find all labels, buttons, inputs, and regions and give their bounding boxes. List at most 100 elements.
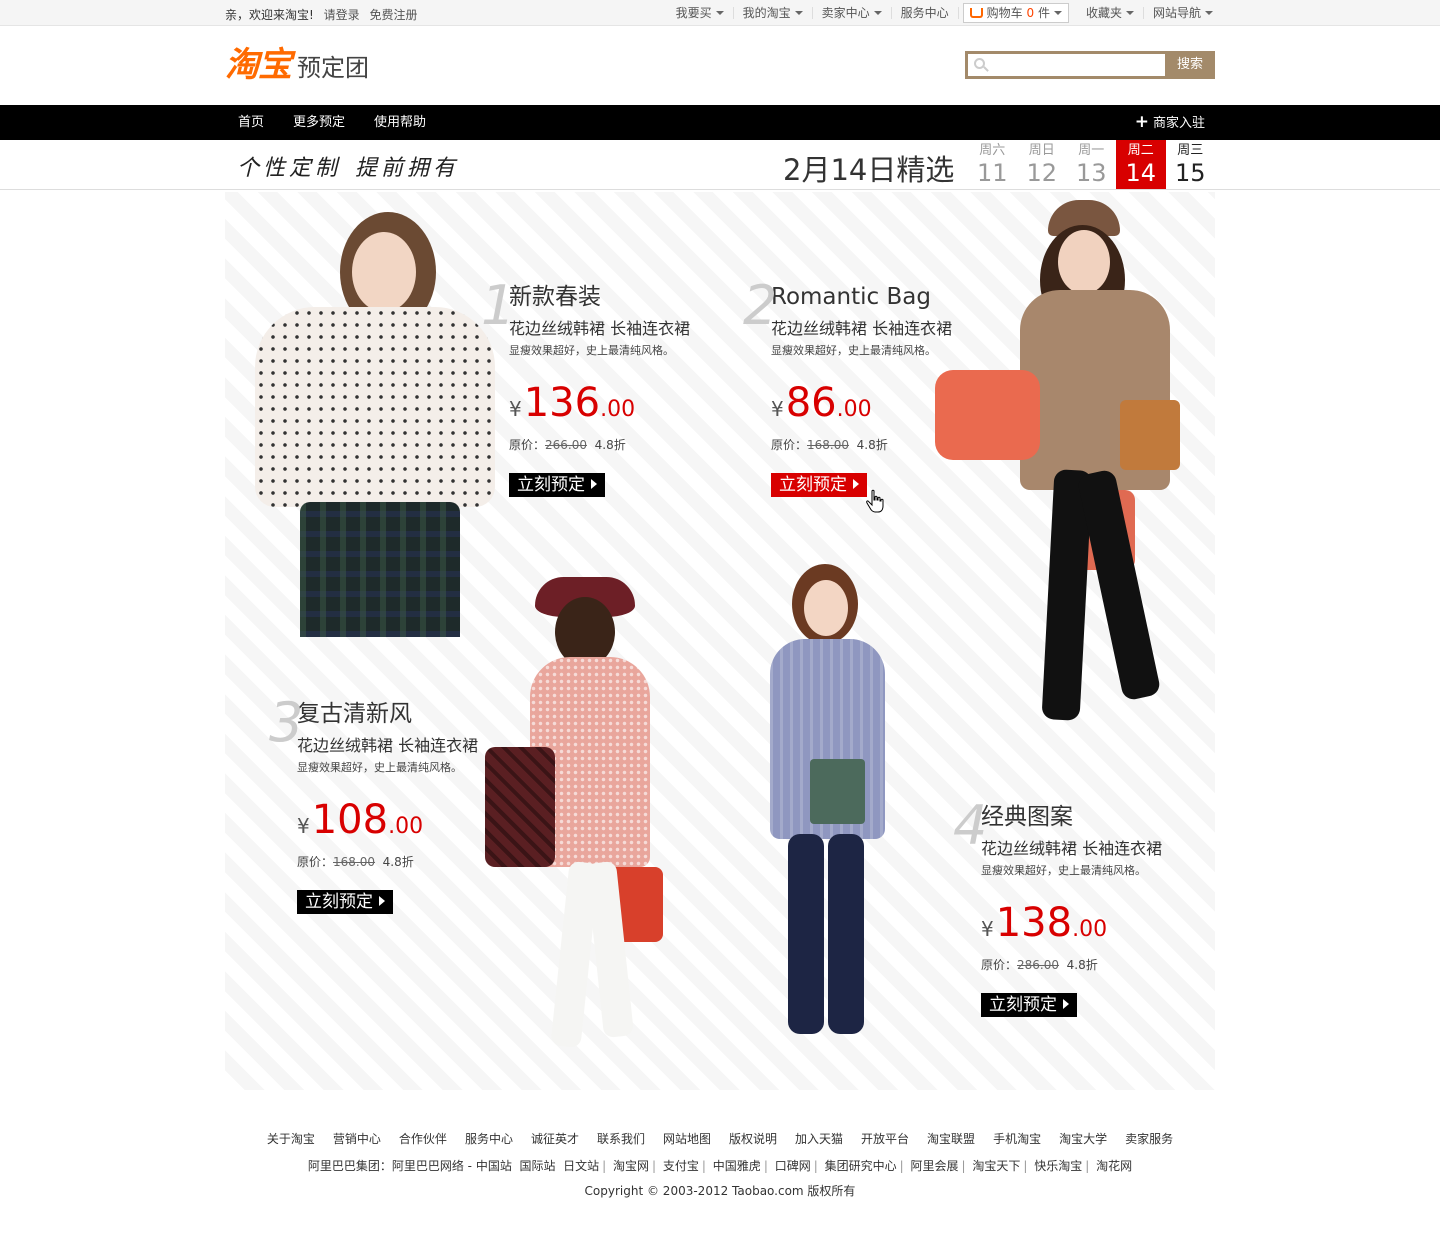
product-number: 1 (481, 274, 516, 337)
separator: | (1023, 1159, 1028, 1173)
menu-service-center-label: 服务中心 (900, 6, 949, 20)
hand-cursor-icon (866, 489, 884, 513)
group-link[interactable]: 支付宝 (663, 1159, 699, 1173)
separator: | (652, 1159, 657, 1173)
footer-link[interactable]: 版权说明 (729, 1132, 777, 1146)
product-number: 4 (953, 794, 988, 857)
separator: | (961, 1159, 966, 1173)
reserve-button[interactable]: 立刻预定 (771, 473, 867, 497)
nav-item-more[interactable]: 更多预定 (293, 105, 345, 140)
footer-link[interactable]: 关于淘宝 (267, 1132, 315, 1146)
footer-link[interactable]: 诚征英才 (531, 1132, 579, 1146)
group-link[interactable]: 淘花网 (1096, 1159, 1132, 1173)
menu-favorites[interactable]: 收藏夹 (1077, 7, 1144, 19)
group-link[interactable]: 阿里会展 (910, 1159, 958, 1173)
group-link[interactable]: 淘宝天下 (972, 1159, 1020, 1173)
day-weekday: 周日 (1028, 143, 1055, 158)
footer: 关于淘宝 营销中心 合作伙伴 服务中心 诚征英才 联系我们 网站地图 版权说明 加入天猫 开放平台… (0, 1130, 1440, 1199)
logo[interactable]: 淘宝 预定团 (225, 46, 369, 84)
plus-icon: + (1134, 112, 1149, 132)
product-title[interactable]: 新款春装 (509, 282, 769, 312)
search-button[interactable]: 搜索 (1165, 51, 1215, 79)
currency-symbol: ¥ (297, 814, 310, 838)
price-decimal: .00 (388, 814, 424, 839)
group-link[interactable]: 口碑网 (775, 1159, 811, 1173)
slogan: 个性定制 提前拥有 (237, 150, 473, 182)
footer-link[interactable]: 网站地图 (663, 1132, 711, 1146)
header: 淘宝 预定团 搜索 (0, 26, 1440, 105)
discount: 4.8折 (382, 855, 414, 869)
day-tab[interactable]: 周三 15 (1166, 140, 1216, 189)
day-tab[interactable]: 周一 13 (1067, 140, 1117, 189)
day-tab[interactable]: 周六 11 (968, 140, 1018, 189)
group-link[interactable]: 国际站 (519, 1159, 555, 1173)
footer-link[interactable]: 手机淘宝 (993, 1132, 1041, 1146)
footer-links: 关于淘宝 营销中心 合作伙伴 服务中心 诚征英才 联系我们 网站地图 版权说明 加入天猫 开放平台… (0, 1130, 1440, 1147)
product-card: 1 新款春装 花边丝绒韩裙 长袖连衣裙 显瘦效果超好，史上最清纯风格。 ¥136… (481, 274, 769, 497)
day-weekday: 周一 (1078, 143, 1105, 158)
group-link[interactable]: 中国雅虎 (713, 1159, 761, 1173)
footer-link[interactable]: 开放平台 (861, 1132, 909, 1146)
product-title[interactable]: 复古清新风 (297, 699, 557, 729)
cart-button[interactable]: 购物车 0 件 (962, 3, 1069, 23)
reserve-button[interactable]: 立刻预定 (981, 993, 1077, 1017)
menu-seller-center[interactable]: 卖家中心 (813, 7, 892, 19)
model-photo-classic[interactable] (760, 564, 890, 1084)
model-photo-spring[interactable] (240, 212, 500, 637)
footer-link[interactable]: 合作伙伴 (399, 1132, 447, 1146)
cart-label: 购物车 (986, 6, 1023, 20)
footer-link[interactable]: 淘宝大学 (1059, 1132, 1107, 1146)
top-menu: 我要买 我的淘宝 卖家中心 服务中心 购物车 0 件 收藏夹 网站导航 (667, 0, 1215, 26)
menu-buy[interactable]: 我要买 (667, 7, 734, 19)
menu-buy-label: 我要买 (675, 6, 712, 20)
reserve-button-label: 立刻预定 (989, 995, 1057, 1015)
day-tab[interactable]: 周日 12 (1017, 140, 1067, 189)
discount: 4.8折 (1066, 958, 1098, 972)
welcome-text: 亲，欢迎来淘宝! (225, 8, 314, 22)
footer-link[interactable]: 淘宝联盟 (927, 1132, 975, 1146)
group-link[interactable]: 阿里巴巴网络 - 中国站 (392, 1159, 512, 1173)
original-price-value: 286.00 (1017, 958, 1060, 972)
day-date: 13 (1075, 159, 1107, 187)
group-link[interactable]: 集团研究中心 (825, 1159, 897, 1173)
search-input[interactable] (965, 51, 1165, 79)
menu-my-taobao[interactable]: 我的淘宝 (734, 7, 813, 19)
day-weekday: 周三 (1177, 143, 1204, 158)
product-title[interactable]: Romantic Bag (771, 282, 1031, 312)
footer-link[interactable]: 服务中心 (465, 1132, 513, 1146)
day-weekday: 周六 (979, 143, 1006, 158)
nav-item-home[interactable]: 首页 (238, 105, 264, 140)
register-link[interactable]: 免费注册 (369, 8, 417, 22)
reserve-button[interactable]: 立刻预定 (297, 890, 393, 914)
product-title[interactable]: 经典图案 (981, 802, 1215, 832)
reserve-button-label: 立刻预定 (517, 475, 585, 495)
main-nav: 首页 更多预定 使用帮助 + 商家入驻 (0, 105, 1440, 140)
merchant-join-link[interactable]: + 商家入驻 (1135, 105, 1205, 141)
reserve-button[interactable]: 立刻预定 (509, 473, 605, 497)
login-link[interactable]: 请登录 (324, 8, 360, 22)
original-price-label: 原价： (509, 438, 546, 452)
day-date: 11 (976, 159, 1008, 187)
group-link[interactable]: 日文站 (563, 1159, 599, 1173)
footer-link[interactable]: 营销中心 (333, 1132, 381, 1146)
group-link[interactable]: 快乐淘宝 (1034, 1159, 1082, 1173)
menu-service-center[interactable]: 服务中心 (892, 7, 959, 19)
price-integer: 86 (785, 380, 837, 426)
original-price-label: 原价： (297, 855, 334, 869)
menu-site-nav[interactable]: 网站导航 (1144, 7, 1215, 19)
footer-link[interactable]: 加入天猫 (795, 1132, 843, 1146)
product-price: ¥136.00 (509, 380, 769, 426)
product-tip: 显瘦效果超好，史上最清纯风格。 (509, 344, 674, 357)
group-link[interactable]: 淘宝网 (613, 1159, 649, 1173)
original-price-label: 原价： (981, 958, 1018, 972)
day-date: 15 (1174, 159, 1206, 187)
arrow-right-icon (853, 479, 859, 489)
nav-item-help[interactable]: 使用帮助 (374, 105, 426, 140)
product-tip: 显瘦效果超好，史上最清纯风格。 (981, 864, 1146, 877)
footer-link[interactable]: 卖家服务 (1125, 1132, 1173, 1146)
selection-title: 2月14日精选 (783, 153, 955, 187)
day-tab-active[interactable]: 周二 14 (1116, 140, 1166, 189)
footer-link[interactable]: 联系我们 (597, 1132, 645, 1146)
arrow-right-icon (379, 896, 385, 906)
site-subtitle: 预定团 (297, 54, 369, 82)
